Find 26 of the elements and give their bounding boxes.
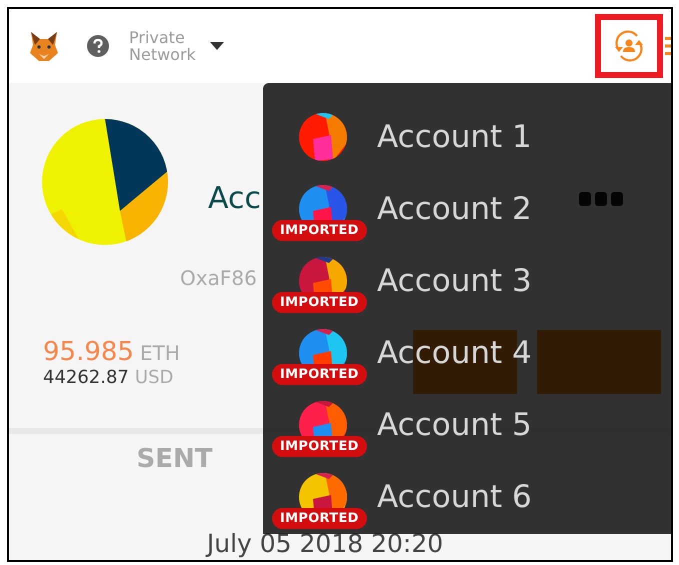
account-avatar — [299, 113, 347, 161]
help-icon[interactable] — [87, 35, 109, 57]
caret-icon — [210, 42, 224, 50]
usd-balance: 44262.87 — [43, 366, 129, 388]
imported-badge: IMPORTED — [272, 292, 367, 313]
usd-unit: USD — [134, 366, 174, 388]
account-item[interactable]: IMPORTED Account 4 — [263, 317, 671, 389]
imported-badge: IMPORTED — [272, 436, 367, 457]
eth-unit: ETH — [140, 340, 180, 364]
account-name: Account 3 — [377, 263, 532, 299]
imported-badge: IMPORTED — [272, 220, 367, 241]
fox-logo-icon — [27, 29, 61, 63]
account-name: Account 2 — [377, 191, 532, 227]
account-switch-button[interactable] — [595, 14, 663, 78]
account-name: Account 5 — [377, 407, 532, 443]
account-item[interactable]: Account 1 — [263, 101, 671, 173]
imported-badge: IMPORTED — [272, 508, 367, 529]
account-name: Account 4 — [377, 335, 532, 371]
imported-badge: IMPORTED — [272, 364, 367, 385]
eth-balance: 95.985 — [43, 336, 134, 366]
account-name: Account 6 — [377, 479, 532, 515]
account-name: Acc — [208, 181, 261, 216]
account-item[interactable]: IMPORTED Account 5 — [263, 389, 671, 461]
account-item[interactable]: IMPORTED Account 3 — [263, 245, 671, 317]
account-name: Account 1 — [377, 119, 532, 155]
account-item[interactable]: IMPORTED Account 2 — [263, 173, 671, 245]
